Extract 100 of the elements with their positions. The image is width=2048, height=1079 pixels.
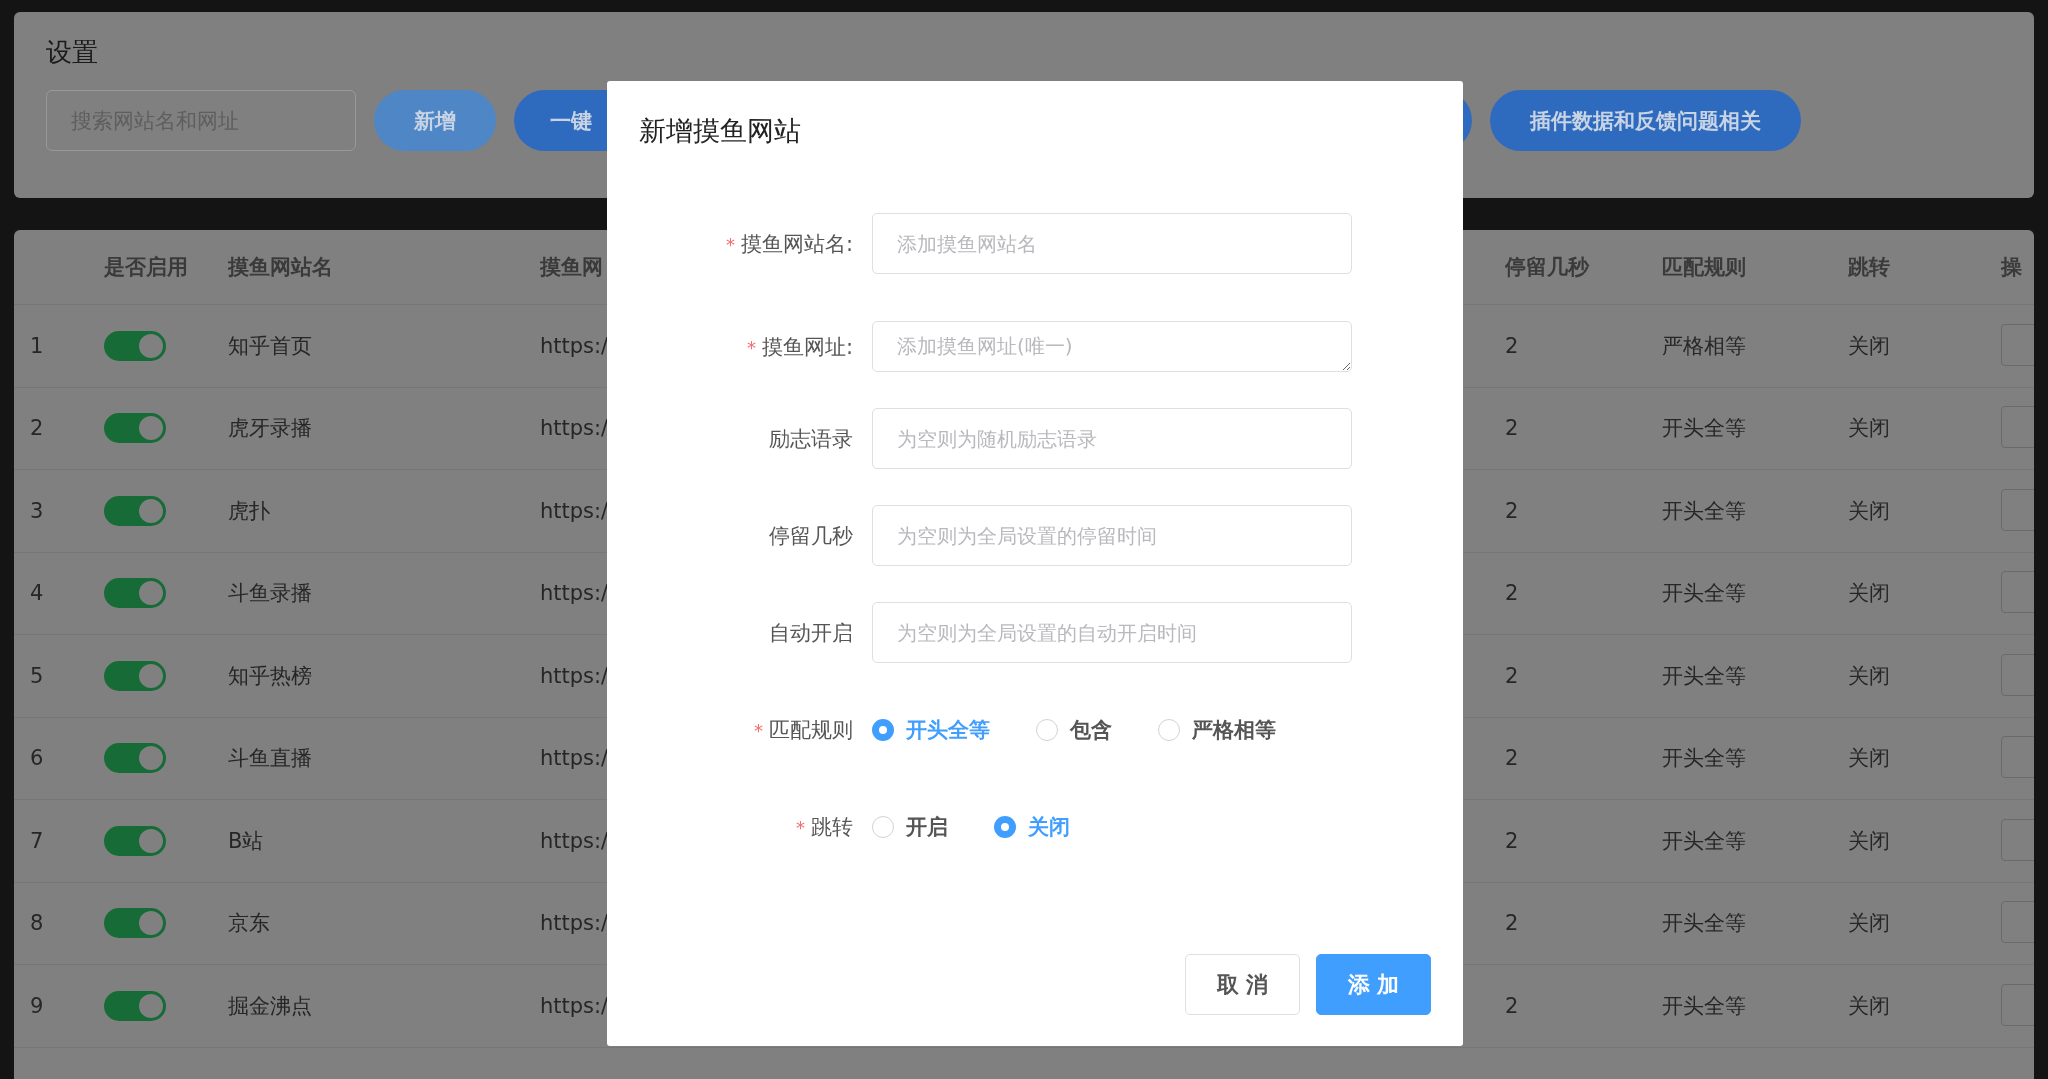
table-cell: 2 [1505,993,1519,1018]
table-cell-text: 知乎热榜 [228,662,312,690]
toggle-switch[interactable] [104,413,166,444]
table-cell: https:/ [540,416,609,441]
input-field[interactable]: 为空则为全局设置的停留时间 [872,505,1352,566]
field-label: * 摸鱼网址: [745,333,853,361]
table-cell: 2 [1505,333,1519,358]
row-index: 3 [29,498,44,523]
table-cell: https:/ [540,911,609,936]
field-label: * 跳转 [795,814,853,841]
input-field[interactable]: 添加摸鱼网址(唯一) [872,321,1352,372]
table-cell-text: B站 [228,827,264,855]
table-cell-text: 关闭 [1848,662,1890,690]
required-mark: * [754,720,763,741]
row-index: 9 [29,993,44,1018]
required-mark: * [725,233,735,255]
radio-label: 严格相等 [1192,717,1276,744]
table-cell: https:/ [540,828,609,853]
table-cell-text: 关闭 [1848,827,1890,855]
table-cell: 2 [1505,416,1519,441]
table-cell-text: 掘金沸点 [228,992,312,1020]
radio-button[interactable] [872,719,894,741]
table-cell-text: 关闭 [1848,580,1890,608]
required-mark: * [796,817,805,838]
table-cell: 2 [1505,746,1519,771]
toggle-switch[interactable] [104,825,166,856]
table-cell-text: 关闭 [1848,415,1890,443]
table-cell: https:/ [540,663,609,688]
table-cell-text: 关闭 [1848,745,1890,773]
table-cell: https:/ [540,746,609,771]
input-field[interactable]: 添加摸鱼网站名 [872,213,1352,274]
column-header: 停留几秒 [1505,254,1591,281]
table-cell-text: 斗鱼录播 [228,580,312,608]
table-cell-text: 开头全等 [1662,745,1746,773]
field-label: 自动开启 [768,619,853,647]
field-label: * 匹配规则 [753,717,853,744]
input-field[interactable]: 为空则为全局设置的自动开启时间 [872,602,1352,663]
row-index: 1 [29,333,44,358]
table-cell-text: 开头全等 [1662,827,1746,855]
table-cell: 2 [1505,911,1519,936]
table-cell: 2 [1505,581,1519,606]
row-index: 2 [29,416,44,441]
table-cell: https:/ [540,581,609,606]
toggle-switch[interactable] [104,495,166,526]
table-cell-text: 京东 [228,910,270,938]
toggle-switch[interactable] [104,330,166,361]
table-cell-text: 关闭 [1848,910,1890,938]
toggle-switch[interactable] [104,743,166,774]
table-cell-text: 严格相等 [1662,332,1746,360]
radio-label: 包含 [1070,717,1112,744]
column-header: 摸鱼网站名 [228,254,334,281]
table-cell: https:/ [540,498,609,523]
table-cell-text: 开头全等 [1662,662,1746,690]
page-title: 设置 [46,36,99,68]
toggle-switch[interactable] [104,660,166,691]
toolbar-button[interactable]: 插件数据和反馈问题相关 [1490,90,1801,151]
table-cell: https:/ [540,993,609,1018]
row-index: 4 [29,581,44,606]
radio-button[interactable] [872,816,894,838]
table-cell: 2 [1505,663,1519,688]
radio-label: 开头全等 [906,717,990,744]
toggle-switch[interactable] [104,578,166,609]
cancel-button[interactable]: 取 消 [1185,954,1300,1015]
table-cell-text: 虎扑 [228,497,270,525]
radio-label: 开启 [906,814,948,841]
table-cell-text: 关闭 [1848,497,1890,525]
table-cell: 2 [1505,828,1519,853]
field-label: 励志语录 [768,425,853,453]
radio-button[interactable] [994,816,1016,838]
table-cell-text: 知乎首页 [228,332,312,360]
table-cell-text: 开头全等 [1662,497,1746,525]
table-cell-text: 开头全等 [1662,415,1746,443]
table-cell-text: 关闭 [1848,332,1890,360]
column-header: 跳转 [1848,254,1891,281]
row-index: 5 [29,663,44,688]
row-index: 7 [29,828,44,853]
table-cell-text: 斗鱼直播 [228,745,312,773]
toolbar-button[interactable]: 新增 [374,90,496,151]
radio-label: 关闭 [1028,814,1070,841]
input-field[interactable]: 为空则为随机励志语录 [872,408,1352,469]
add-button[interactable]: 添 加 [1316,954,1431,1015]
required-mark: * [746,336,756,358]
table-cell: 2 [1505,498,1519,523]
radio-button[interactable] [1158,719,1180,741]
column-header: 是否启用 [104,254,189,281]
column-header: 匹配规则 [1662,254,1747,281]
dialog-title: 新增摸鱼网站 [639,114,802,148]
row-index: 8 [29,911,44,936]
table-cell-text: 关闭 [1848,992,1890,1020]
field-label: * 摸鱼网站名: [724,230,853,258]
toggle-switch[interactable] [104,908,166,939]
table-cell: https:/ [540,333,609,358]
table-cell-text: 开头全等 [1662,992,1746,1020]
radio-button[interactable] [1036,719,1058,741]
table-cell-text: 开头全等 [1662,910,1746,938]
column-header: 摸鱼网 [540,254,604,281]
row-index: 6 [29,746,44,771]
table-cell-text: 开头全等 [1662,580,1746,608]
column-header: 操 [2001,254,2023,281]
toggle-switch[interactable] [104,990,166,1021]
